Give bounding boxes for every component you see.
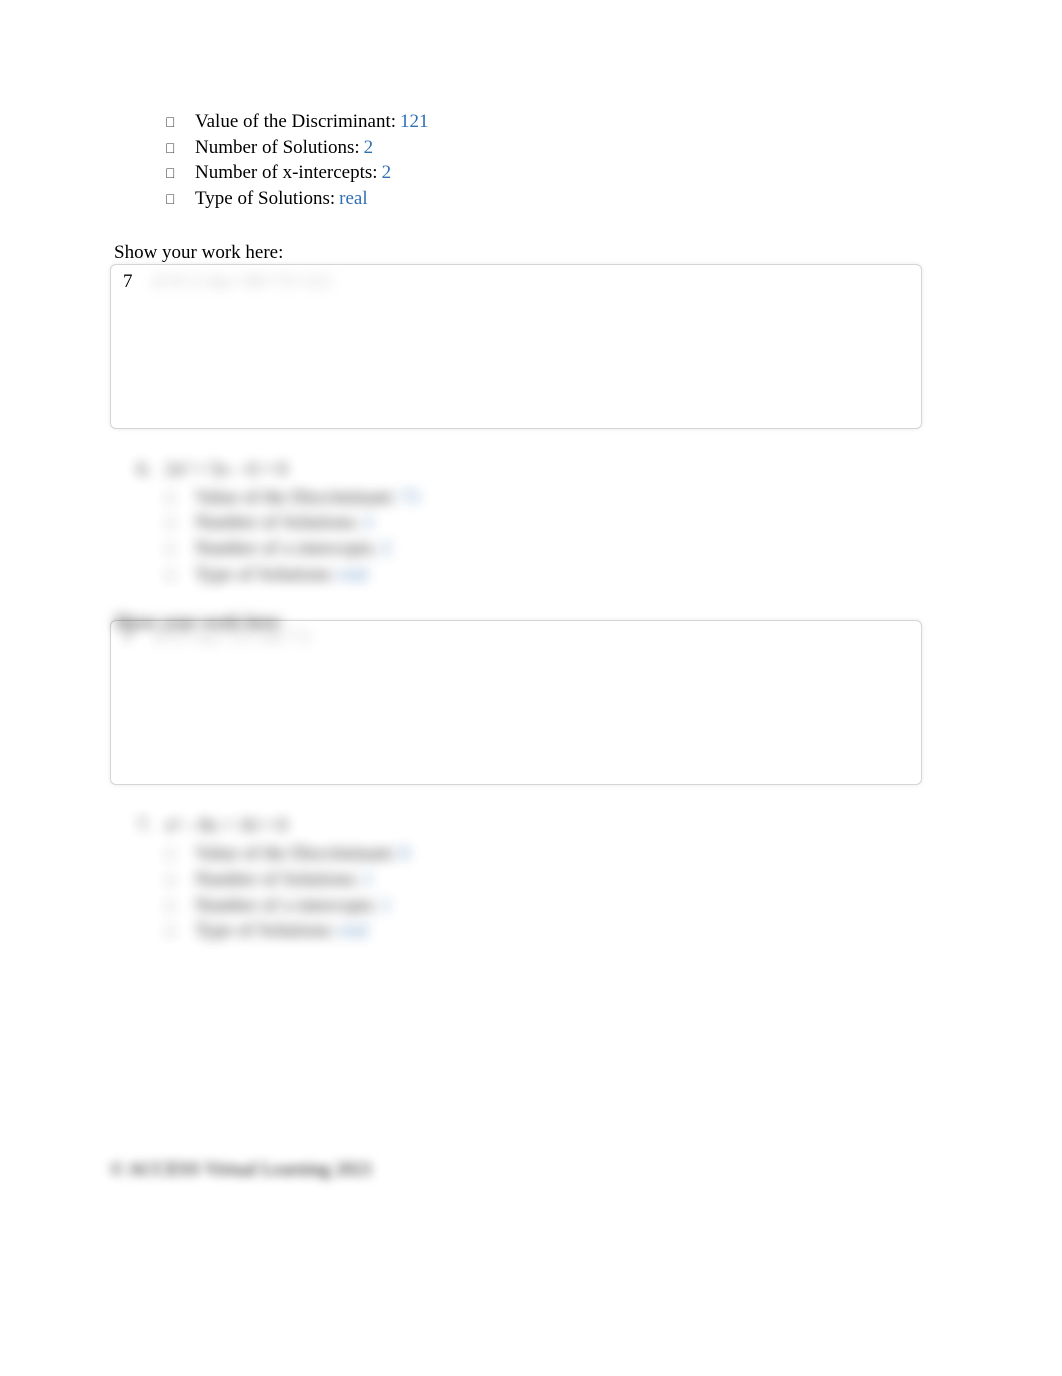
xintercepts-value: 2 (382, 536, 392, 562)
xintercepts-value: 1 (382, 893, 392, 919)
discriminant-value: 73 (400, 485, 419, 511)
work-box[interactable]: 7 d=b^2-4ac=49+72=121 (110, 264, 922, 429)
list-item:  Type of Solutions: real (165, 187, 962, 212)
discriminant-value: 121 (400, 110, 429, 135)
bullet-icon:  (165, 139, 195, 157)
bullet-icon:  (165, 897, 195, 916)
bullet-icon:  (165, 113, 195, 131)
bullet-icon:  (165, 489, 195, 508)
xintercepts-value: 2 (382, 161, 392, 186)
footer-copyright: © ACCESS Virtual Learning 2021 (110, 1159, 373, 1181)
problem-6-block: 6. 2x² + 5x – 6 = 0  Value of the Discr… (165, 459, 962, 588)
bullet-icon:  (165, 190, 195, 208)
discriminant-label: Value of the Discriminant: (195, 841, 396, 867)
work-section-1: Show your work here: 7 d=b^2-4ac=49+72=1… (110, 242, 922, 429)
list-item:  Value of the Discriminant: 121 (165, 110, 962, 135)
list-item:  Number of x-intercepts: 2 (165, 161, 962, 186)
typesolutions-value: real (339, 918, 367, 944)
bullet-icon:  (165, 540, 195, 559)
problem-number: 7. (137, 815, 165, 837)
list-item:  Type of Solutions: real (165, 918, 962, 944)
numsolutions-label: Number of Solutions: (195, 510, 360, 536)
bullet-icon:  (165, 871, 195, 890)
typesolutions-label: Type of Solutions: (195, 918, 335, 944)
discriminant-label: Value of the Discriminant: (195, 485, 396, 511)
work-box[interactable]: 7 d=b²-4ac=25+48=73 (110, 620, 922, 785)
problem-equation: x² – 8x + 16 = 0 (165, 815, 287, 837)
bullet-icon:  (165, 566, 195, 585)
numsolutions-value: 1 (364, 867, 374, 893)
work-section-2: Show your work here: 7 d=b²-4ac=25+48=73 (110, 612, 922, 785)
problem-equation: 2x² + 5x – 6 = 0 (165, 459, 287, 481)
list-item:  Number of x-intercepts: 2 (165, 536, 962, 562)
work-header: Show your work here: (110, 612, 922, 634)
list-item:  Number of Solutions: 2 (165, 510, 962, 536)
list-item:  Value of the Discriminant: 0 (165, 841, 962, 867)
answer-list-6:  Value of the Discriminant: 73  Number… (165, 485, 962, 588)
list-item:  Value of the Discriminant: 73 (165, 485, 962, 511)
bullet-icon:  (165, 164, 195, 182)
numsolutions-label: Number of Solutions: (195, 136, 360, 161)
typesolutions-label: Type of Solutions: (195, 187, 335, 212)
list-item:  Number of Solutions: 2 (165, 136, 962, 161)
typesolutions-label: Type of Solutions: (195, 562, 335, 588)
work-number: 7 (123, 271, 153, 293)
problem-number: 6. (137, 459, 165, 481)
discriminant-label: Value of the Discriminant: (195, 110, 396, 135)
xintercepts-label: Number of x-intercepts: (195, 161, 378, 186)
list-item:  Number of Solutions: 1 (165, 867, 962, 893)
bullet-icon:  (165, 514, 195, 533)
xintercepts-label: Number of x-intercepts: (195, 536, 378, 562)
bullet-icon:  (165, 922, 195, 941)
typesolutions-value: real (339, 562, 367, 588)
bullet-icon:  (165, 845, 195, 864)
numsolutions-value: 2 (364, 136, 374, 161)
numsolutions-label: Number of Solutions: (195, 867, 360, 893)
list-item:  Type of Solutions: real (165, 562, 962, 588)
work-header: Show your work here: (110, 242, 922, 264)
typesolutions-value: real (339, 187, 367, 212)
discriminant-value: 0 (400, 841, 410, 867)
work-expression: d=b^2-4ac=49+72=121 (153, 271, 332, 293)
problem-7-block: 7. x² – 8x + 16 = 0  Value of the Discr… (165, 815, 962, 944)
numsolutions-value: 2 (364, 510, 374, 536)
list-item:  Number of x-intercepts: 1 (165, 893, 962, 919)
answer-list-7:  Value of the Discriminant: 0  Number … (165, 841, 962, 944)
xintercepts-label: Number of x-intercepts: (195, 893, 378, 919)
answer-list-1:  Value of the Discriminant: 121  Numbe… (165, 110, 962, 212)
